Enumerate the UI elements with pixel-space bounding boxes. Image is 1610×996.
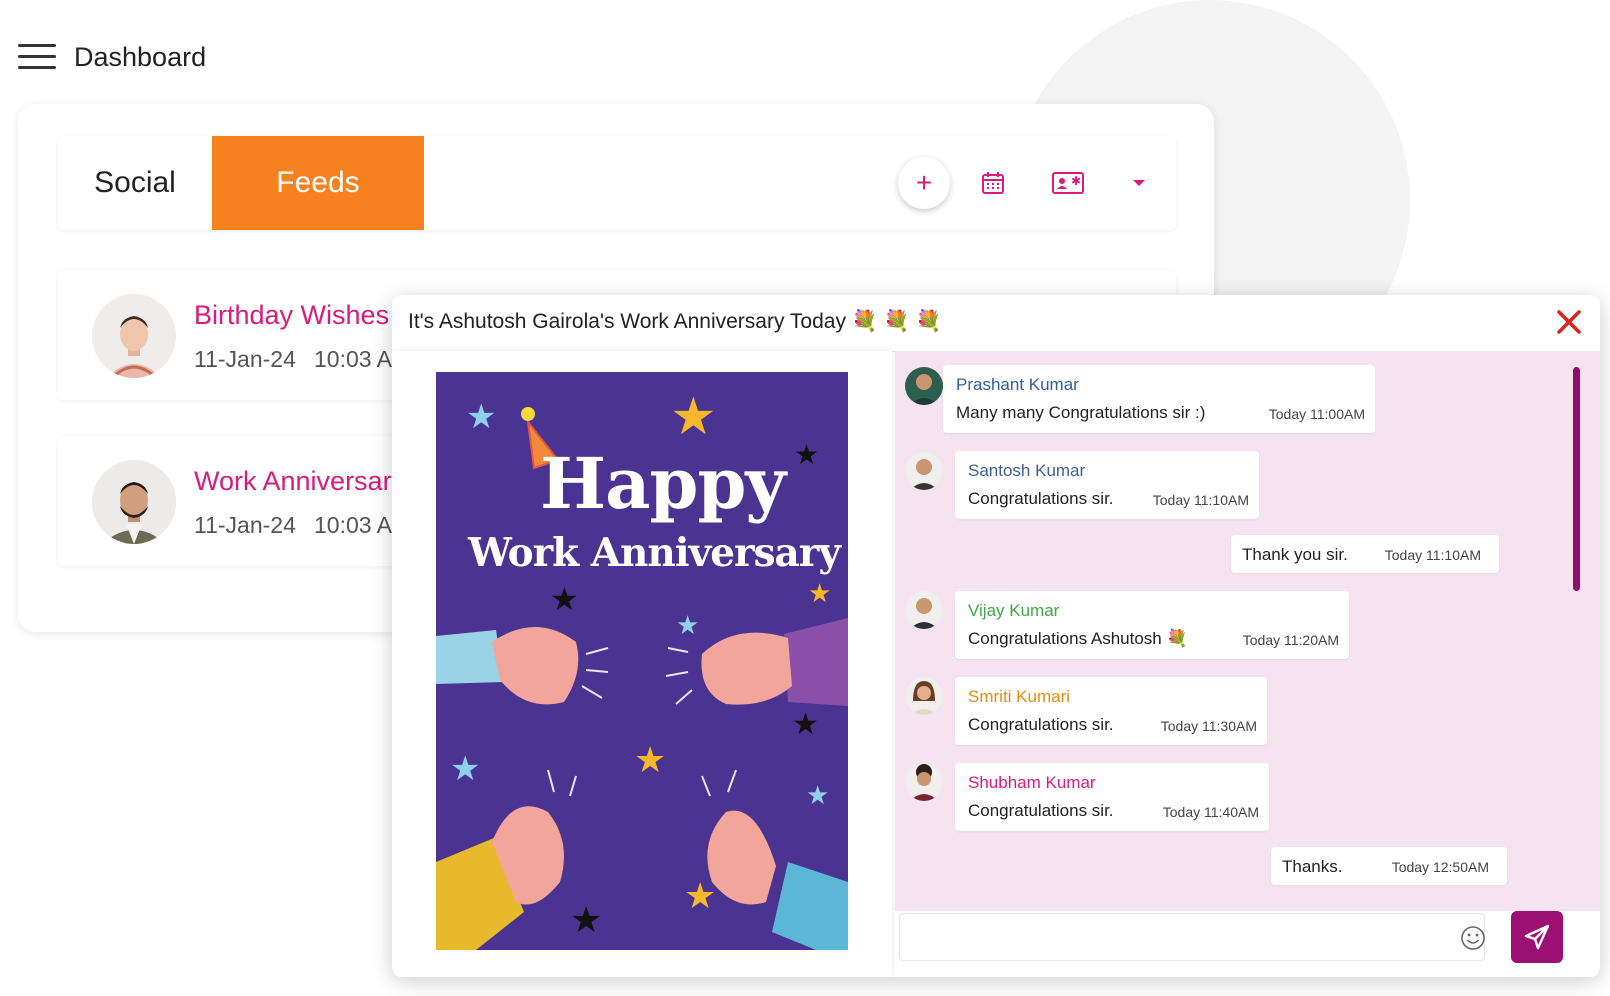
message-sender: Vijay Kumar — [968, 601, 1060, 620]
svg-text:★: ★ — [670, 387, 717, 447]
message-text: Many many Congratulations sir :) — [956, 403, 1206, 422]
chat-input-row — [895, 911, 1600, 977]
feed-date: 11-Jan-24 — [194, 512, 296, 538]
message-time: Today 11:20AM — [1242, 632, 1339, 648]
avatar — [905, 367, 943, 405]
message-time: Today 11:30AM — [1160, 718, 1257, 734]
svg-text:★: ★ — [550, 580, 579, 618]
message-sender: Smriti Kumari — [968, 687, 1071, 706]
add-button[interactable]: + — [898, 157, 950, 209]
calendar-icon — [982, 172, 1004, 194]
caret-down-icon — [1133, 180, 1145, 186]
avatar — [905, 763, 943, 801]
chat-message-outgoing: Thank you sir. Today 11:10AM — [1231, 535, 1499, 573]
plus-icon: + — [915, 167, 933, 198]
svg-text:★: ★ — [808, 579, 831, 609]
chat-message-outgoing: Thanks. Today 12:50AM — [1271, 847, 1507, 885]
hamburger-menu-icon[interactable] — [18, 44, 56, 72]
feed-title: Work Anniversary — [194, 466, 406, 496]
svg-text:★: ★ — [634, 740, 666, 781]
dropdown-button[interactable] — [1116, 160, 1162, 206]
svg-text:★: ★ — [676, 611, 699, 641]
svg-text:★: ★ — [466, 397, 496, 437]
message-text: Thank you sir. — [1242, 545, 1348, 564]
avatar — [92, 294, 176, 378]
message-sender: Shubham Kumar — [968, 773, 1096, 792]
card-happy-text: Happy — [540, 442, 786, 525]
message-time: Today 11:10AM — [1384, 547, 1481, 563]
svg-text:★: ★ — [570, 900, 602, 941]
message-time: Today 11:40AM — [1162, 804, 1259, 820]
avatar — [92, 460, 176, 544]
emoji-icon[interactable] — [1460, 925, 1486, 951]
chat-panel: Prashant Kumar Many many Congratulations… — [895, 351, 1600, 911]
svg-text:✱: ✱ — [1071, 174, 1081, 188]
anniversary-card-image: ★ ★ ★ ★ ★ ★ ★ ★ ★ ★ ★ ★ Happy Work Anniv… — [436, 372, 848, 950]
feed-date: 11-Jan-24 — [194, 346, 296, 372]
message-sender: Santosh Kumar — [968, 461, 1086, 480]
message-time: Today 11:10AM — [1152, 492, 1249, 508]
avatar — [905, 591, 943, 629]
chat-message: Vijay Kumar Congratulations Ashutosh 💐 T… — [955, 591, 1349, 659]
tab-feeds[interactable]: Feeds — [212, 136, 424, 230]
image-panel: ★ ★ ★ ★ ★ ★ ★ ★ ★ ★ ★ ★ Happy Work Anniv… — [392, 351, 892, 977]
page-title: Dashboard — [74, 42, 207, 72]
message-text: Congratulations sir. — [968, 715, 1114, 734]
send-button[interactable] — [1511, 911, 1563, 963]
close-icon — [1557, 310, 1581, 334]
anniversary-modal: It's Ashutosh Gairola's Work Anniversary… — [392, 295, 1600, 977]
message-text: Congratulations Ashutosh 💐 — [968, 629, 1188, 648]
message-input[interactable] — [899, 913, 1485, 961]
chat-message: Prashant Kumar Many many Congratulations… — [943, 365, 1375, 433]
message-text: Congratulations sir. — [968, 489, 1114, 508]
svg-text:★: ★ — [794, 438, 819, 471]
id-card-button[interactable]: ✱ — [1040, 160, 1096, 206]
avatar — [905, 677, 943, 715]
chat-message: Shubham Kumar Congratulations sir. Today… — [955, 763, 1269, 831]
message-time: Today 12:50AM — [1391, 859, 1489, 875]
id-card-icon: ✱ — [1052, 172, 1084, 194]
message-text: Thanks. — [1282, 857, 1343, 876]
svg-text:★: ★ — [792, 707, 819, 742]
message-sender: Prashant Kumar — [956, 375, 1079, 394]
tab-bar: Social Feeds + ✱ — [58, 136, 1176, 230]
message-text: Congratulations sir. — [968, 801, 1114, 820]
send-icon — [1524, 924, 1550, 950]
svg-text:★: ★ — [806, 781, 829, 811]
calendar-button[interactable] — [970, 160, 1016, 206]
chat-scrollbar[interactable] — [1573, 367, 1580, 591]
tab-social[interactable]: Social — [58, 136, 212, 230]
svg-text:★: ★ — [450, 749, 480, 789]
avatar — [905, 452, 943, 490]
card-work-anniversary-text: Work Anniversary — [468, 530, 841, 576]
feed-title: Birthday Wishes — [194, 300, 390, 330]
message-time: Today 11:00AM — [1268, 406, 1365, 422]
chat-message: Smriti Kumari Congratulations sir. Today… — [955, 677, 1267, 745]
modal-title: It's Ashutosh Gairola's Work Anniversary… — [408, 310, 942, 333]
chat-message: Santosh Kumar Congratulations sir. Today… — [955, 451, 1259, 519]
close-button[interactable] — [1552, 305, 1586, 339]
svg-text:★: ★ — [684, 876, 716, 917]
modal-header: It's Ashutosh Gairola's Work Anniversary… — [392, 295, 1600, 352]
